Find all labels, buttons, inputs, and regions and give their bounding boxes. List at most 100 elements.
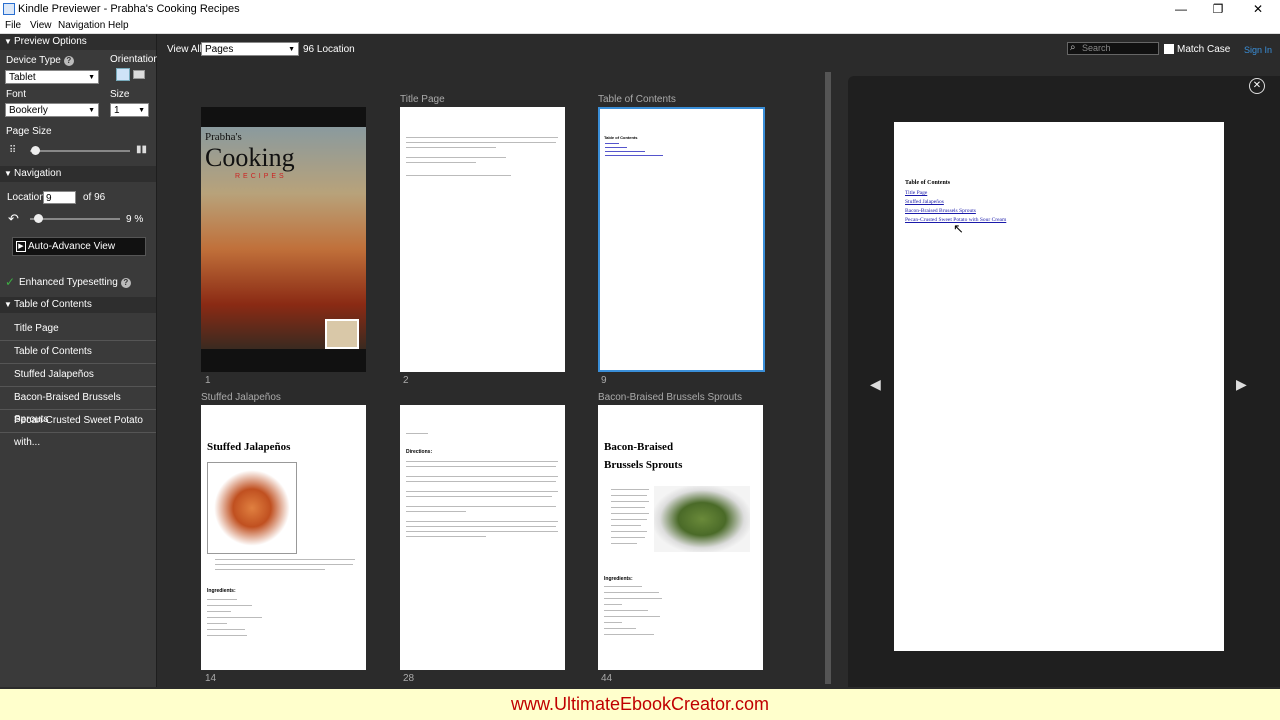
- text-line: [406, 433, 428, 434]
- prev-page-arrow-icon[interactable]: ◀: [870, 376, 881, 393]
- text-line: [207, 623, 227, 624]
- page-size-slider-thumb[interactable]: [31, 146, 40, 155]
- close-window-button[interactable]: ✕: [1238, 1, 1278, 18]
- portrait-orientation-icon[interactable]: [116, 68, 130, 81]
- search-placeholder: Search: [1082, 43, 1111, 53]
- help-icon[interactable]: ?: [120, 278, 131, 288]
- large-pages-icon[interactable]: ▮▮: [136, 145, 150, 155]
- device-type-select[interactable]: Tablet ▼: [5, 70, 99, 84]
- menu-view[interactable]: View: [30, 20, 52, 31]
- small-pages-icon[interactable]: ⠿: [9, 145, 22, 156]
- text-line: [604, 622, 622, 623]
- size-select[interactable]: 1 ▼: [110, 103, 149, 117]
- title-bar: Kindle Previewer - Prabha's Cooking Reci…: [0, 0, 1280, 19]
- page-number: 1: [205, 375, 211, 386]
- grid-scrollbar-thumb[interactable]: [825, 72, 831, 684]
- dropdown-arrow-icon: ▼: [138, 107, 145, 114]
- play-icon: ▶: [16, 241, 26, 252]
- match-case-checkbox[interactable]: [1164, 44, 1174, 54]
- page-number: 44: [601, 673, 613, 684]
- maximize-button[interactable]: ❐: [1198, 1, 1238, 18]
- view-mode-select[interactable]: Pages ▼: [201, 42, 299, 56]
- toc-item-stuffed-jalapenos[interactable]: Stuffed Jalapeños: [0, 364, 156, 387]
- collapse-icon: ▼: [4, 300, 12, 309]
- close-preview-icon[interactable]: ✕: [1249, 78, 1265, 94]
- text-line: [215, 564, 353, 565]
- text-line: [406, 521, 558, 522]
- dropdown-arrow-icon: ▼: [288, 46, 295, 53]
- text-line: [605, 151, 645, 152]
- footer-banner: www.UltimateEbookCreator.com: [0, 689, 1280, 720]
- page-size-label: Page Size: [6, 126, 52, 137]
- back-arrow-icon[interactable]: ↶: [8, 211, 19, 227]
- page-thumb-14[interactable]: Stuffed Jalapeños Ingredients:: [201, 405, 366, 670]
- text-line: [406, 491, 558, 492]
- directions-heading: Directions:: [406, 449, 433, 455]
- next-page-arrow-icon[interactable]: ▶: [1236, 376, 1247, 393]
- footer-website-link[interactable]: www.UltimateEbookCreator.com: [511, 694, 769, 714]
- location-label: Location: [7, 192, 45, 203]
- text-line: [406, 511, 466, 512]
- menu-bar: File View Navigation Help: [0, 19, 1280, 34]
- text-line: [406, 147, 496, 148]
- preview-options-header[interactable]: ▼ Preview Options: [0, 34, 156, 50]
- page-label: Title Page: [400, 94, 445, 105]
- cover-title-3: RECIPES: [235, 173, 287, 180]
- preview-link-stuffed-jalapenos[interactable]: Stuffed Jalapeños: [905, 199, 944, 205]
- minimize-button[interactable]: —: [1161, 1, 1201, 18]
- ingredients-heading: Ingredients:: [207, 588, 236, 594]
- page-thumb-28[interactable]: Directions:: [400, 405, 565, 670]
- toc-item-table-of-contents[interactable]: Table of Contents: [0, 341, 156, 364]
- page-label: Bacon-Braised Brussels Sprouts: [598, 392, 742, 403]
- orientation-label: Orientation: [110, 54, 159, 65]
- page-thumb-9[interactable]: Table of Contents: [598, 107, 765, 372]
- preview-link-bacon-braised[interactable]: Bacon-Braised Brussels Sprouts: [905, 208, 976, 214]
- text-line: [611, 537, 645, 538]
- menu-file[interactable]: File: [5, 20, 21, 31]
- page-grid: Prabha's Cooking RECIPES 1 Title Page 2 …: [157, 64, 836, 687]
- toc-item-bacon-braised[interactable]: Bacon-Braised Brussels Sprouts: [0, 387, 156, 425]
- help-icon[interactable]: ?: [63, 56, 74, 66]
- size-label: Size: [110, 89, 130, 100]
- location-input[interactable]: 9: [43, 191, 76, 204]
- search-input[interactable]: ⌕ Search: [1067, 42, 1159, 55]
- text-line: [207, 617, 262, 618]
- text-line: [406, 531, 558, 532]
- toc-item-title-page[interactable]: Title Page: [0, 318, 156, 341]
- menu-navigation[interactable]: Navigation: [58, 20, 105, 31]
- font-select[interactable]: Bookerly ▼: [5, 103, 99, 117]
- view-all-label: View All: [167, 44, 202, 55]
- window-title: Kindle Previewer - Prabha's Cooking Reci…: [18, 3, 240, 15]
- mini-toc-title: Table of Contents: [604, 135, 638, 140]
- collapse-icon: ▼: [4, 169, 12, 178]
- text-line: [611, 507, 645, 508]
- menu-help[interactable]: Help: [108, 20, 129, 31]
- toc-header[interactable]: ▼ Table of Contents: [0, 297, 156, 313]
- toc-item-pecan-crusted[interactable]: Pecan-Crusted Sweet Potato with...: [0, 410, 156, 448]
- text-line: [406, 536, 486, 537]
- page-thumb-2[interactable]: [400, 107, 565, 372]
- text-line: [605, 147, 627, 148]
- sign-in-link[interactable]: Sign In: [1244, 45, 1272, 55]
- location-slider[interactable]: [30, 218, 120, 220]
- landscape-orientation-icon[interactable]: [133, 70, 145, 79]
- dropdown-arrow-icon: ▼: [88, 107, 95, 114]
- preview-toc-title: Table of Contents: [905, 180, 951, 186]
- text-line: [406, 175, 511, 176]
- grid-scrollbar[interactable]: [825, 72, 831, 684]
- preview-options-label: Preview Options: [14, 36, 87, 47]
- preview-page: Table of Contents Title Page Stuffed Jal…: [894, 122, 1224, 651]
- navigation-header[interactable]: ▼ Navigation: [0, 166, 156, 182]
- text-line: [604, 586, 642, 587]
- preview-link-title-page[interactable]: Title Page: [905, 190, 927, 196]
- text-line: [207, 605, 252, 606]
- auto-advance-button[interactable]: ▶ Auto-Advance View: [12, 237, 146, 256]
- location-slider-thumb[interactable]: [34, 214, 44, 223]
- page-thumb-44[interactable]: Bacon-Braised Brussels Sprouts Ingredien…: [598, 405, 763, 670]
- page-size-slider[interactable]: [30, 150, 130, 152]
- text-line: [406, 466, 556, 467]
- page-thumb-1[interactable]: Prabha's Cooking RECIPES: [201, 107, 366, 372]
- check-icon[interactable]: ✓: [5, 275, 15, 289]
- device-type-label: Device Type?: [6, 55, 74, 66]
- text-line: [605, 155, 663, 156]
